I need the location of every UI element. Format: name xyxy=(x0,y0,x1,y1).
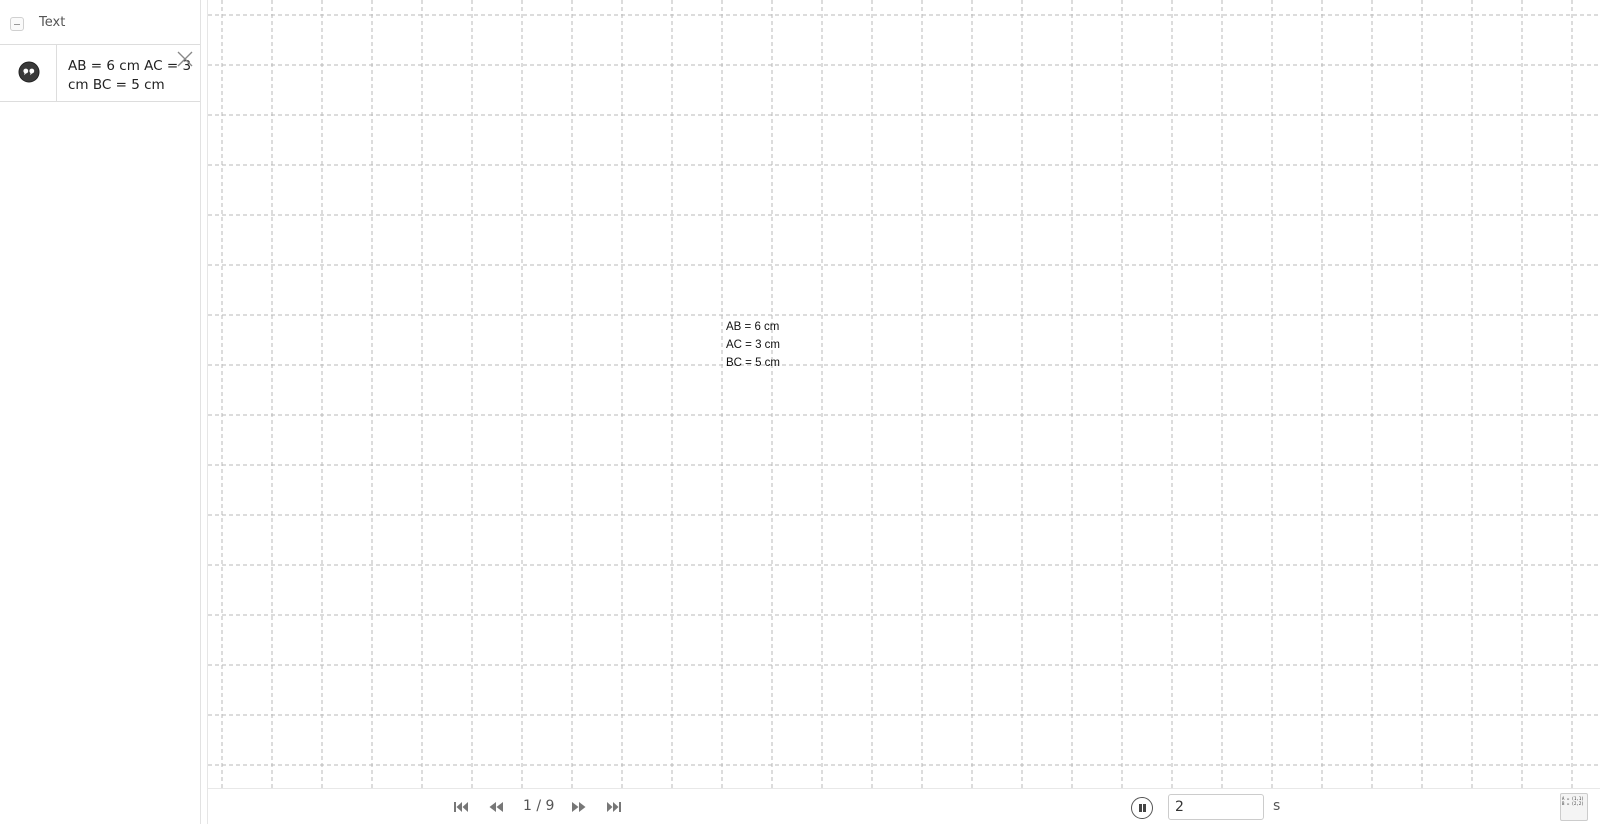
player-bar: 1 / 9 s A = (1,1) B = (2,2) xyxy=(208,788,1600,824)
sidebar-header: Text xyxy=(0,0,200,45)
algebra-view: Text AB = 6 cm AC = 3 cm BC = 5 cm xyxy=(0,0,200,824)
previous-page-icon[interactable] xyxy=(486,799,506,815)
canvas-text-line: AC = 3 cm xyxy=(726,339,781,351)
last-page-icon[interactable] xyxy=(604,799,624,815)
page-indicator: 1 / 9 xyxy=(523,798,555,814)
next-page-icon[interactable] xyxy=(569,799,589,815)
table-button-line: B = (2,2) xyxy=(1562,801,1584,806)
quote-icon xyxy=(18,61,40,83)
canvas-text-object[interactable]: AB = 6 cm AC = 3 cm BC = 5 cm xyxy=(726,318,780,372)
item-marker[interactable] xyxy=(0,45,57,101)
close-icon[interactable] xyxy=(177,51,193,67)
view-divider[interactable] xyxy=(200,0,208,824)
first-page-icon[interactable] xyxy=(451,799,471,815)
pause-button[interactable] xyxy=(1131,797,1153,819)
canvas-text-line: BC = 5 cm xyxy=(726,357,781,369)
table-view-button[interactable]: A = (1,1) B = (2,2) xyxy=(1560,793,1588,821)
grid xyxy=(208,0,1600,788)
speed-unit-label: s xyxy=(1273,798,1281,814)
sidebar-title: Text xyxy=(39,15,66,30)
speed-input[interactable] xyxy=(1168,794,1264,820)
graphics-view[interactable]: AB = 6 cm AC = 3 cm BC = 5 cm xyxy=(208,0,1600,788)
algebra-item-text[interactable]: AB = 6 cm AC = 3 cm BC = 5 cm xyxy=(0,45,200,102)
canvas-text-line: AB = 6 cm xyxy=(726,321,780,333)
collapse-button[interactable] xyxy=(10,17,24,31)
